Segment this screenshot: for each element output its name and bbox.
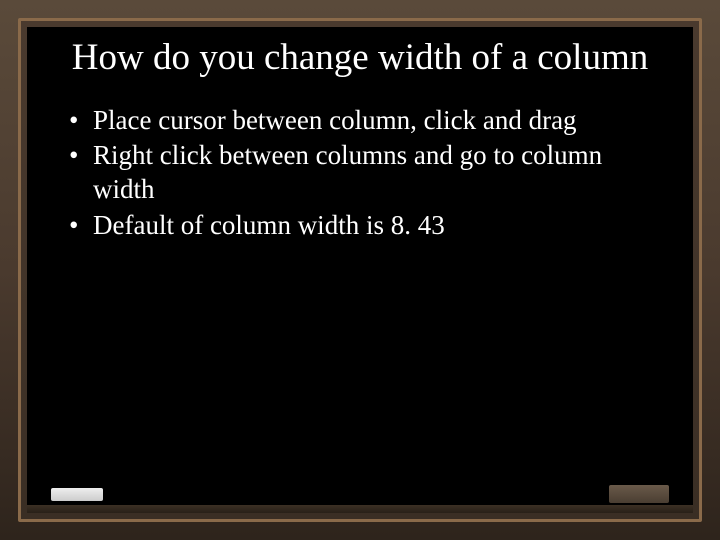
chalkboard-frame: How do you change width of a column Plac… bbox=[18, 18, 702, 522]
list-item: Default of column width is 8. 43 bbox=[65, 209, 655, 243]
slide-title: How do you change width of a column bbox=[57, 37, 663, 80]
chalkboard-surface: How do you change width of a column Plac… bbox=[27, 27, 693, 513]
eraser-icon bbox=[609, 485, 669, 503]
list-item: Place cursor between column, click and d… bbox=[65, 104, 655, 138]
bullet-list: Place cursor between column, click and d… bbox=[57, 104, 663, 243]
chalk-icon bbox=[51, 488, 103, 501]
chalk-ledge bbox=[27, 505, 693, 513]
list-item: Right click between columns and go to co… bbox=[65, 139, 655, 207]
